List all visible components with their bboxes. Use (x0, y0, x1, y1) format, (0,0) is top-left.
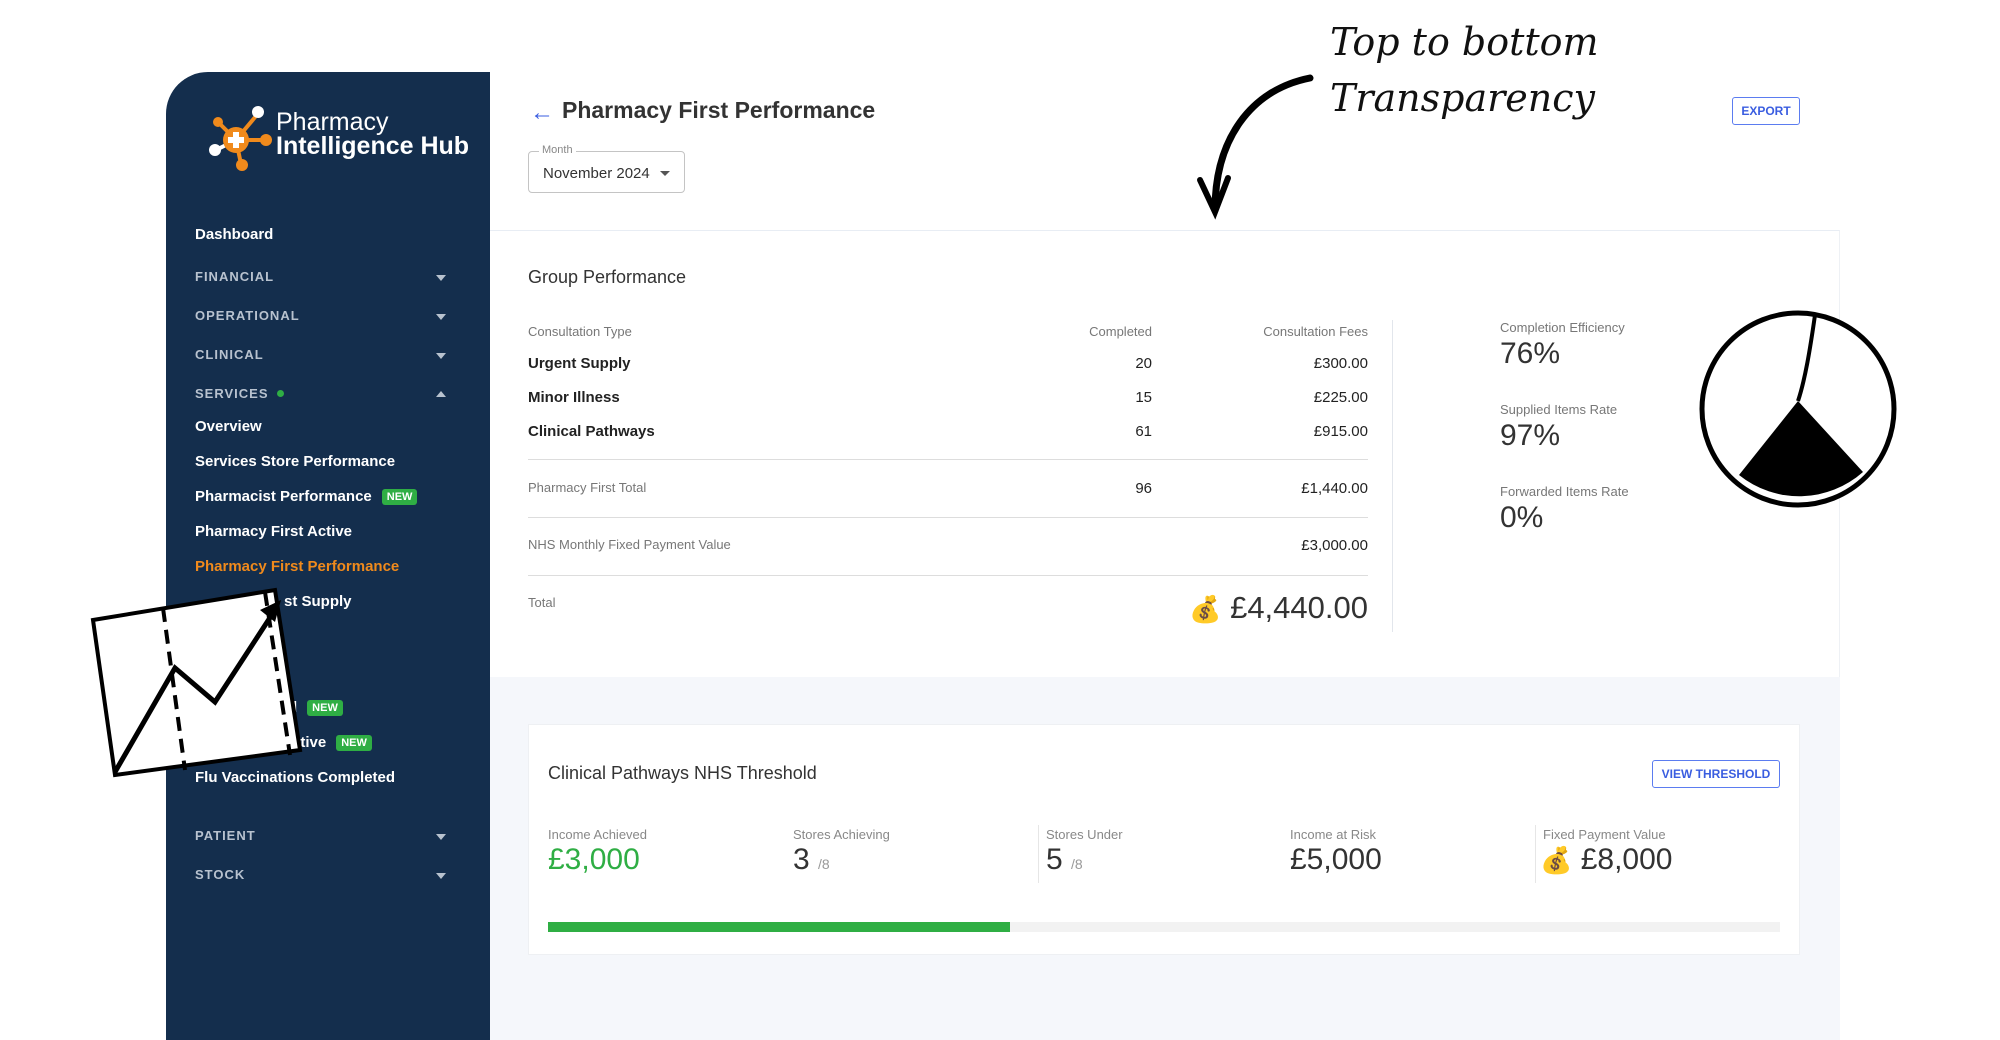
group-performance-title: Group Performance (528, 267, 687, 287)
stores-under-count: 5 (1046, 843, 1063, 876)
chevron-down-icon[interactable] (436, 353, 446, 359)
pf-total-completed: 96 (1135, 480, 1152, 497)
chevron-down-icon[interactable] (436, 314, 446, 320)
view-threshold-button[interactable]: VIEW THRESHOLD (1652, 760, 1780, 788)
divider (528, 575, 1368, 576)
fixed-payment-label: Fixed Payment Value (1543, 827, 1666, 842)
sidebar-item-overview[interactable]: Overview (195, 418, 262, 435)
annotation-line1: Top to bottom (1330, 20, 1599, 64)
income-risk-value: £5,000 (1290, 843, 1382, 876)
divider (528, 517, 1368, 518)
chevron-down-icon[interactable] (436, 873, 446, 879)
col-header-completed: Completed (1089, 324, 1152, 339)
month-label: Month (539, 144, 576, 156)
status-dot (276, 390, 284, 397)
income-achieved-value: £3,000 (548, 843, 640, 876)
month-value: November 2024 (543, 165, 650, 182)
income-achieved-label: Income Achieved (548, 827, 648, 842)
back-arrow-icon[interactable]: ← (530, 99, 554, 127)
nhs-value: £3,000.00 (1301, 537, 1368, 554)
cell-completed: 61 (1135, 423, 1152, 440)
page-title: Pharmacy First Performance (562, 97, 876, 123)
pf-total-fees: £1,440.00 (1301, 480, 1368, 497)
threshold-progress-bar (548, 922, 1780, 932)
cell-type: Clinical Pathways (528, 423, 655, 440)
vertical-divider (1392, 320, 1393, 632)
progress-fill (548, 922, 1010, 932)
pf-total-label: Pharmacy First Total (528, 480, 647, 495)
new-badge: NEW (307, 700, 343, 716)
sidebar-section-clinical[interactable]: CLINICAL (195, 347, 264, 362)
nhs-label: NHS Monthly Fixed Payment Value (528, 537, 731, 552)
cell-completed: 15 (1135, 389, 1152, 406)
stores-achieving-label: Stores Achieving (793, 827, 890, 842)
new-badge: NEW (381, 489, 418, 505)
stores-total: /8 (818, 856, 830, 872)
stores-under-label: Stores Under (1046, 827, 1123, 842)
annotation-line2: Transparency (1330, 76, 1595, 120)
chevron-up-icon[interactable] (436, 391, 446, 397)
growth-chart-sketch-icon (90, 587, 303, 778)
curved-arrow-icon (1197, 74, 1314, 220)
divider (528, 459, 1368, 460)
income-risk-label: Income at Risk (1290, 827, 1376, 842)
col-header-type: Consultation Type (528, 324, 632, 339)
kpi-value: 0% (1500, 501, 1544, 534)
services-label: SERVICES (195, 386, 269, 401)
money-bag-icon: 💰 (1189, 594, 1222, 624)
new-badge: NEW (336, 735, 372, 751)
chevron-down-icon[interactable] (436, 834, 446, 840)
cell-fees: £915.00 (1313, 423, 1368, 440)
divider (1038, 825, 1039, 883)
kpi-value: 76% (1500, 337, 1561, 370)
export-button[interactable]: EXPORT (1732, 97, 1800, 125)
item-label: Pharmacist Performance (195, 488, 372, 505)
divider (1535, 825, 1536, 883)
money-bag-icon: 💰 (1540, 845, 1573, 875)
total-label: Total (528, 595, 556, 610)
sidebar-section-patient[interactable]: PATIENT (195, 828, 256, 843)
sidebar-section-services[interactable]: SERVICES (195, 386, 284, 401)
cell-fees: £225.00 (1313, 389, 1368, 406)
month-select[interactable]: Month November 2024 (528, 144, 685, 193)
stores-achieving-value: 3 /8 (793, 843, 830, 877)
sidebar-item-pharmacy-first-active[interactable]: Pharmacy First Active (195, 523, 352, 540)
sidebar-item-pharmacy-first-performance[interactable]: Pharmacy First Performance (195, 558, 399, 575)
col-header-fees: Consultation Fees (1263, 324, 1368, 339)
sidebar-item-services-store-performance[interactable]: Services Store Performance (195, 453, 395, 470)
sidebar-section-stock[interactable]: STOCK (195, 867, 245, 882)
kpi-label: Forwarded Items Rate (1500, 484, 1629, 499)
sidebar-item-dashboard[interactable]: Dashboard (195, 226, 273, 243)
chevron-down-icon[interactable] (436, 275, 446, 281)
kpi-value: 97% (1500, 419, 1561, 452)
threshold-title: Clinical Pathways NHS Threshold (548, 763, 817, 783)
caret-down-icon (660, 171, 670, 176)
sidebar-item-pharmacist-performance[interactable]: Pharmacist Performance NEW (195, 488, 418, 505)
stores-achieving-count: 3 (793, 843, 810, 876)
sidebar-section-financial[interactable]: FINANCIAL (195, 269, 274, 284)
logo-icon (209, 106, 272, 171)
total-amount: £4,440.00 (1230, 590, 1368, 625)
sidebar: Pharmacy Intelligence Hub Dashboard FINA… (166, 72, 490, 1040)
handwritten-annotation: Top to bottom Transparency (1330, 14, 1599, 126)
cell-type: Minor Illness (528, 389, 620, 406)
kpi-label: Completion Efficiency (1500, 320, 1625, 335)
stores-total: /8 (1071, 856, 1083, 872)
fixed-amount: £8,000 (1580, 843, 1673, 876)
sidebar-section-operational[interactable]: OPERATIONAL (195, 308, 300, 323)
fixed-payment-value: 💰 £8,000 (1540, 843, 1672, 877)
cell-type: Urgent Supply (528, 355, 631, 372)
total-value: 💰 £4,440.00 (1100, 590, 1368, 626)
stores-under-value: 5 /8 (1046, 843, 1083, 877)
kpi-label: Supplied Items Rate (1500, 402, 1618, 417)
pie-sketch-icon (1699, 310, 1897, 508)
cell-completed: 20 (1135, 355, 1152, 372)
cell-fees: £300.00 (1313, 355, 1368, 372)
brand-line2: Intelligence Hub (276, 132, 470, 160)
